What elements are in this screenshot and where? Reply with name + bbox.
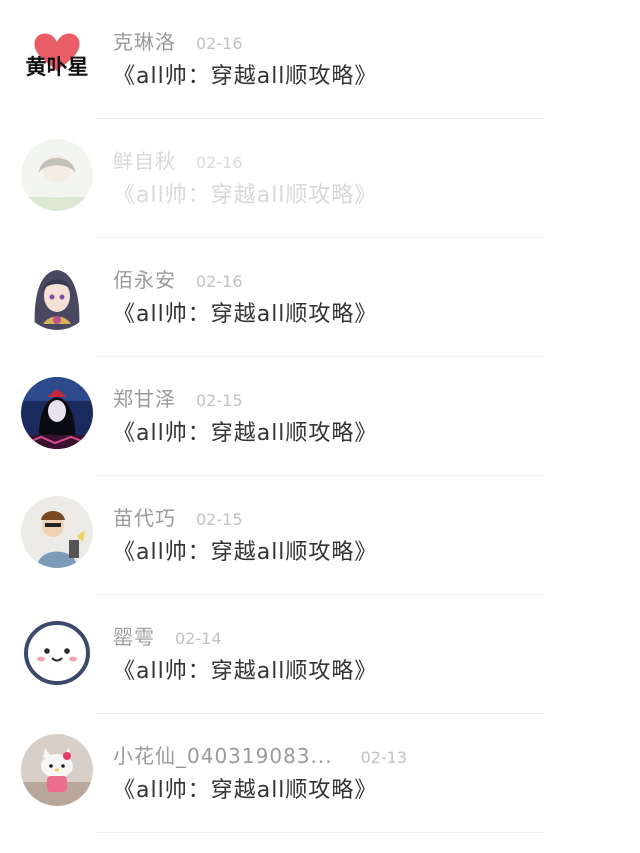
comment-date: 02-13 <box>360 748 408 767</box>
avatar[interactable] <box>21 615 93 687</box>
username[interactable]: 佰永安 <box>113 264 176 293</box>
avatar[interactable] <box>21 258 93 330</box>
avatar[interactable] <box>21 139 93 211</box>
comment-date: 02-14 <box>175 629 222 648</box>
cartoon-boy-avatar-icon <box>21 496 93 568</box>
comment-date: 02-15 <box>196 510 243 529</box>
comment-message: 《all帅：穿越all顺攻略》 <box>113 540 378 565</box>
comment-message: 《all帅：穿越all顺攻略》 <box>113 659 378 684</box>
avatar[interactable] <box>21 734 93 806</box>
anime-girl-avatar-icon <box>21 258 93 330</box>
comment-list: 黄卟星 克琳洛 02-16 《all帅：穿越all顺攻略》 鲜自秋 02-16 … <box>0 0 640 853</box>
comment-item[interactable]: 佰永安 02-16 《all帅：穿越all顺攻略》 <box>0 238 640 357</box>
divider <box>95 832 545 833</box>
username[interactable]: 罂雩 <box>113 621 155 650</box>
avatar-text: 黄卟星 <box>26 54 89 79</box>
comment-date: 02-16 <box>196 153 243 172</box>
comment-item[interactable]: 罂雩 02-14 《all帅：穿越all顺攻略》 <box>0 595 640 714</box>
comment-item[interactable]: 黄卟星 克琳洛 02-16 《all帅：穿越all顺攻略》 <box>0 0 640 119</box>
comment-item[interactable]: 苗代巧 02-15 《all帅：穿越all顺攻略》 <box>0 476 640 595</box>
dark-anime-girl-avatar-icon <box>21 377 93 449</box>
comment-date: 02-16 <box>196 272 243 291</box>
avatar[interactable] <box>21 377 93 449</box>
comment-date: 02-16 <box>196 34 243 53</box>
avatar[interactable]: 黄卟星 <box>21 20 93 92</box>
comment-message: 《all帅：穿越all顺攻略》 <box>113 64 378 89</box>
smiley-face-avatar-icon <box>21 615 93 687</box>
girl-photo-avatar-icon <box>21 139 93 211</box>
comment-item[interactable]: 小花仙_040319083... 02-13 《all帅：穿越all顺攻略》 <box>0 714 640 833</box>
avatar[interactable] <box>21 496 93 568</box>
username[interactable]: 小花仙_040319083... <box>113 740 333 769</box>
comment-message: 《all帅：穿越all顺攻略》 <box>113 421 378 446</box>
comment-message: 《all帅：穿越all顺攻略》 <box>113 183 378 208</box>
username[interactable]: 鲜自秋 <box>113 145 176 174</box>
heart-brush-logo-avatar-icon: 黄卟星 <box>21 20 93 92</box>
comment-item[interactable]: 鲜自秋 02-16 《all帅：穿越all顺攻略》 <box>0 119 640 238</box>
hello-kitty-avatar-icon <box>21 734 93 806</box>
username[interactable]: 郑甘泽 <box>113 383 176 412</box>
comment-item[interactable]: 郑甘泽 02-15 《all帅：穿越all顺攻略》 <box>0 357 640 476</box>
username[interactable]: 苗代巧 <box>113 502 176 531</box>
comment-date: 02-15 <box>196 391 243 410</box>
comment-message: 《all帅：穿越all顺攻略》 <box>113 778 378 803</box>
comment-message: 《all帅：穿越all顺攻略》 <box>113 302 378 327</box>
username[interactable]: 克琳洛 <box>113 26 176 55</box>
